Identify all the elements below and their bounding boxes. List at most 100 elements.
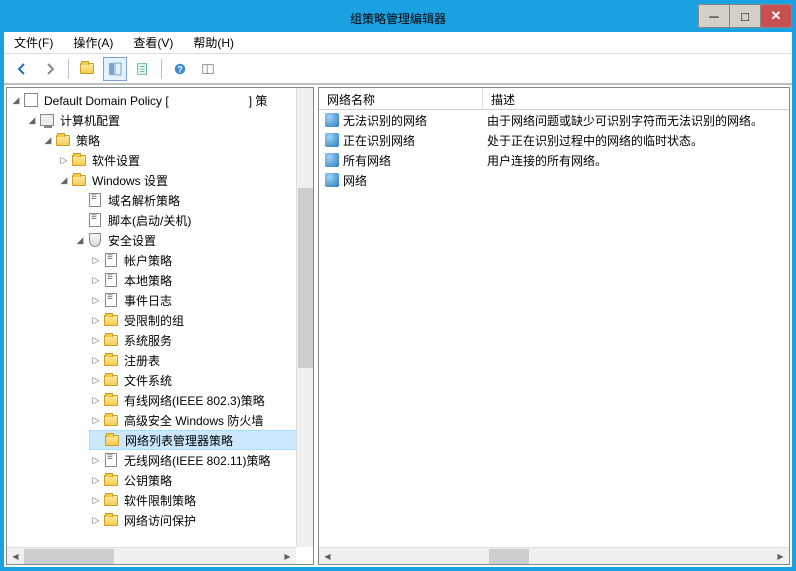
- tree-wireless-network[interactable]: ▷无线网络(IEEE 802.11)策略: [89, 450, 311, 470]
- tree-account-policy[interactable]: ▷帐户策略: [89, 250, 311, 270]
- scrollbar-thumb[interactable]: [24, 549, 114, 564]
- minimize-button[interactable]: ─: [698, 4, 730, 28]
- scrollbar-thumb[interactable]: [489, 549, 529, 564]
- folder-icon: [103, 392, 119, 408]
- tree-file-system[interactable]: ▷文件系统: [89, 370, 311, 390]
- list-row[interactable]: 正在识别网络 处于正在识别过程中的网络的临时状态。: [319, 130, 789, 150]
- expander-icon[interactable]: ◢: [25, 113, 39, 127]
- list-body[interactable]: 无法识别的网络 由于网络问题或缺少可识别字符而无法识别的网络。 正在识别网络 处…: [319, 110, 789, 547]
- script-icon: [87, 192, 103, 208]
- list-row[interactable]: 网络: [319, 170, 789, 190]
- folder-icon: [103, 492, 119, 508]
- menu-action[interactable]: 操作(A): [69, 32, 117, 53]
- expander-icon[interactable]: ◢: [73, 233, 87, 247]
- tree-windows-firewall[interactable]: ▷高级安全 Windows 防火墙: [89, 410, 311, 430]
- expander-icon[interactable]: ◢: [9, 93, 23, 107]
- column-description[interactable]: 描述: [483, 88, 789, 109]
- folder-icon: [103, 332, 119, 348]
- folder-icon: [103, 412, 119, 428]
- script-icon: [87, 212, 103, 228]
- menubar: 文件(F) 操作(A) 查看(V) 帮助(H): [4, 32, 792, 54]
- tree-local-policy[interactable]: ▷本地策略: [89, 270, 311, 290]
- maximize-button[interactable]: □: [729, 4, 761, 28]
- column-network-name[interactable]: 网络名称: [319, 88, 483, 109]
- toolbar-separator: [161, 59, 162, 79]
- folder-icon: [55, 132, 71, 148]
- script-icon: [103, 452, 119, 468]
- tree-system-services[interactable]: ▷系统服务: [89, 330, 311, 350]
- tree-restricted-groups[interactable]: ▷受限制的组: [89, 310, 311, 330]
- tree-computer-config[interactable]: ◢ 计算机配置: [25, 110, 311, 130]
- folder-icon: [104, 432, 120, 448]
- script-icon: [103, 292, 119, 308]
- toolbar: ?: [4, 54, 792, 84]
- tree-network-list-manager[interactable]: 网络列表管理器策略: [89, 430, 311, 450]
- menu-help[interactable]: 帮助(H): [189, 32, 238, 53]
- expander-icon[interactable]: ▷: [57, 153, 71, 167]
- tree-scrollbar-vertical[interactable]: [296, 88, 313, 547]
- tree-software-settings[interactable]: ▷ 软件设置: [57, 150, 311, 170]
- script-icon: [103, 252, 119, 268]
- folder-icon: [71, 172, 87, 188]
- app-window: 组策略管理编辑器 ─ □ ✕ 文件(F) 操作(A) 查看(V) 帮助(H) ?…: [0, 0, 796, 571]
- help-button[interactable]: ?: [168, 57, 192, 81]
- tree-event-log[interactable]: ▷事件日志: [89, 290, 311, 310]
- list-scrollbar-horizontal[interactable]: ◀ ▶: [319, 547, 789, 564]
- computer-icon: [39, 112, 55, 128]
- tree-registry[interactable]: ▷注册表: [89, 350, 311, 370]
- list-row[interactable]: 所有网络 用户连接的所有网络。: [319, 150, 789, 170]
- up-button[interactable]: [75, 57, 99, 81]
- expander-icon[interactable]: ◢: [41, 133, 55, 147]
- list-pane: 网络名称 描述 无法识别的网络 由于网络问题或缺少可识别字符而无法识别的网络。 …: [318, 87, 790, 565]
- list-header: 网络名称 描述: [319, 88, 789, 110]
- scrollbar-thumb[interactable]: [298, 188, 313, 368]
- network-icon: [325, 133, 339, 147]
- tree-scrollbar-horizontal[interactable]: ◀ ▶: [7, 547, 296, 564]
- list-row[interactable]: 无法识别的网络 由于网络问题或缺少可识别字符而无法识别的网络。: [319, 110, 789, 130]
- folder-icon: [103, 312, 119, 328]
- refresh-button[interactable]: [131, 57, 155, 81]
- network-icon: [325, 113, 339, 127]
- titlebar[interactable]: 组策略管理编辑器 ─ □ ✕: [4, 4, 792, 32]
- content-area: ◢ Default Domain Policy [XXXXXXXXXX] 策 ◢…: [4, 84, 792, 567]
- shield-icon: [87, 232, 103, 248]
- folder-icon: [103, 512, 119, 528]
- tree-software-restriction[interactable]: ▷软件限制策略: [89, 490, 311, 510]
- tree-policy[interactable]: ◢ 策略: [41, 130, 311, 150]
- window-controls: ─ □ ✕: [699, 4, 792, 28]
- scroll-right-button[interactable]: ▶: [772, 548, 789, 565]
- forward-button[interactable]: [38, 57, 62, 81]
- tree-root[interactable]: ◢ Default Domain Policy [XXXXXXXXXX] 策: [9, 90, 311, 110]
- expander-icon[interactable]: ◢: [57, 173, 71, 187]
- tree-public-key[interactable]: ▷公钥策略: [89, 470, 311, 490]
- policy-icon: [23, 92, 39, 108]
- tree: ◢ Default Domain Policy [XXXXXXXXXX] 策 ◢…: [7, 88, 313, 532]
- scroll-right-button[interactable]: ▶: [279, 548, 296, 565]
- close-button[interactable]: ✕: [760, 4, 792, 28]
- tree-dns-policy[interactable]: 域名解析策略: [73, 190, 311, 210]
- tree-scripts[interactable]: 脚本(启动/关机): [73, 210, 311, 230]
- tree-network-access-protection[interactable]: ▷网络访问保护: [89, 510, 311, 530]
- window-title: 组策略管理编辑器: [350, 10, 446, 27]
- folder-icon: [80, 63, 94, 74]
- script-icon: [103, 272, 119, 288]
- show-hide-tree-button[interactable]: [103, 57, 127, 81]
- properties-button[interactable]: [196, 57, 220, 81]
- back-button[interactable]: [10, 57, 34, 81]
- menu-file[interactable]: 文件(F): [10, 32, 57, 53]
- network-icon: [325, 173, 339, 187]
- scroll-left-button[interactable]: ◀: [7, 548, 24, 565]
- toolbar-separator: [68, 59, 69, 79]
- folder-icon: [103, 372, 119, 388]
- tree-windows-settings[interactable]: ◢ Windows 设置: [57, 170, 311, 190]
- menu-view[interactable]: 查看(V): [129, 32, 177, 53]
- tree-wired-network[interactable]: ▷有线网络(IEEE 802.3)策略: [89, 390, 311, 410]
- tree-security-settings[interactable]: ◢ 安全设置: [73, 230, 311, 250]
- network-icon: [325, 153, 339, 167]
- folder-icon: [71, 152, 87, 168]
- tree-pane[interactable]: ◢ Default Domain Policy [XXXXXXXXXX] 策 ◢…: [6, 87, 314, 565]
- svg-text:?: ?: [177, 64, 182, 74]
- scroll-left-button[interactable]: ◀: [319, 548, 336, 565]
- folder-icon: [103, 352, 119, 368]
- folder-icon: [103, 472, 119, 488]
